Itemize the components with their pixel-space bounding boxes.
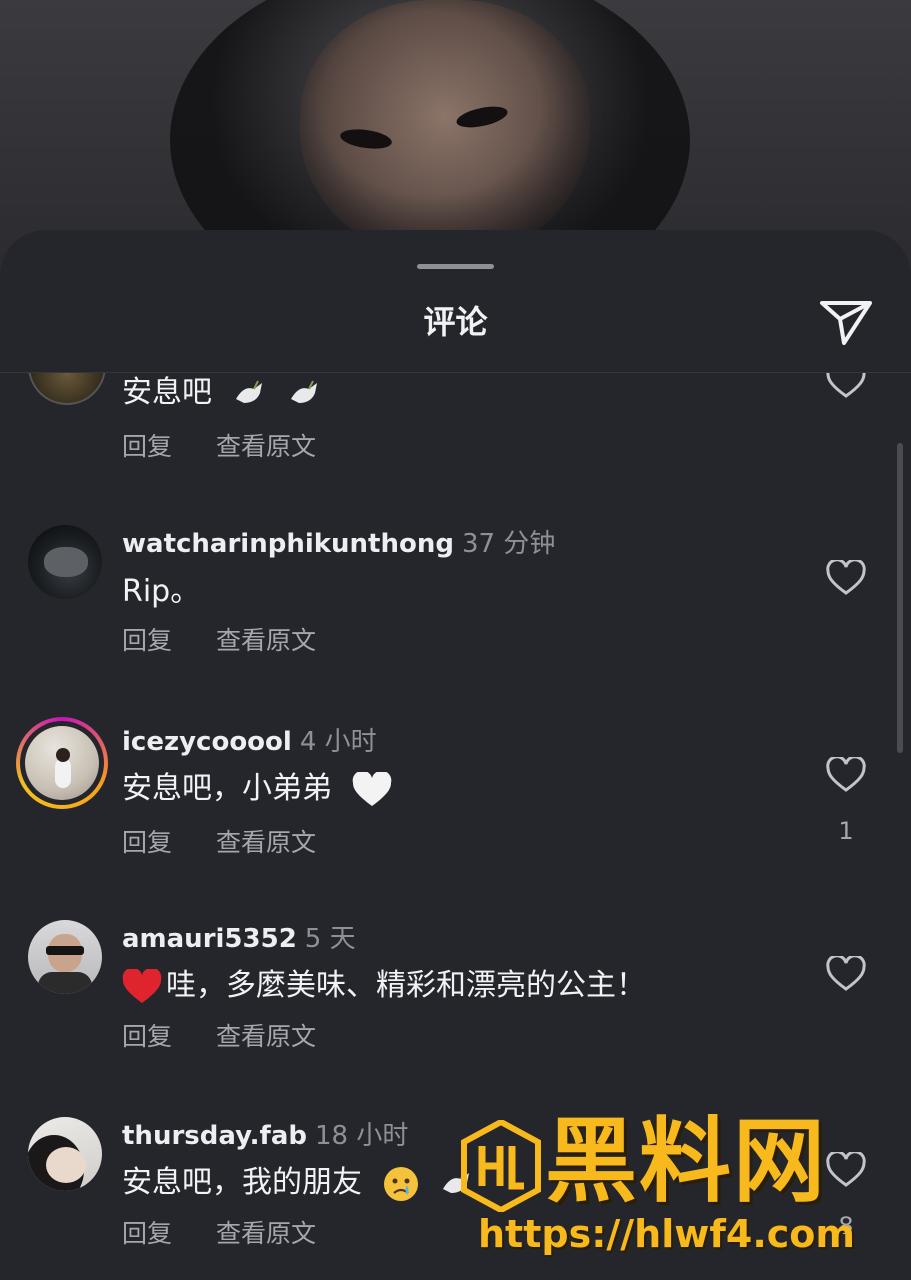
comment-actions: 回复 查看原文 (122, 427, 352, 463)
username[interactable]: thursday.fab (122, 1121, 307, 1151)
scrollbar[interactable] (897, 443, 903, 753)
view-original-button[interactable]: 查看原文 (216, 1219, 316, 1248)
comment-text: Rip。 (122, 574, 201, 609)
comment-text: 安息吧，我的朋友 (122, 1157, 475, 1203)
view-original-button[interactable]: 查看原文 (216, 432, 316, 461)
like-heart-icon[interactable] (826, 956, 866, 992)
avatar[interactable] (28, 525, 102, 599)
comment-time: 18 小时 (315, 1121, 409, 1151)
like-heart-icon[interactable] (826, 1152, 866, 1188)
comment-actions: 回复 查看原文 (122, 621, 352, 657)
share-send-icon[interactable] (818, 295, 874, 347)
avatar-elephant-shape (44, 547, 88, 577)
reply-button[interactable]: 回复 (122, 432, 172, 461)
watermark-logo (461, 1120, 541, 1212)
username[interactable]: icezycooool (122, 727, 292, 757)
like-heart-icon[interactable] (826, 757, 866, 793)
avatar-shirt-shape (38, 972, 92, 994)
sheet-title: 评论 (423, 303, 488, 341)
username[interactable]: watcharinphikunthong (122, 529, 454, 559)
reply-button[interactable]: 回复 (122, 1022, 172, 1051)
comment-item: icezycooool 4 小时 安息吧，小弟弟 回复 查看原文 1 (0, 717, 911, 891)
comment-item: watcharinphikunthong 37 分钟 Rip。 回复 查看原文 (0, 523, 911, 683)
avatar-face-shape (46, 1147, 86, 1183)
comment-actions: 回复 查看原文 (122, 1017, 352, 1053)
comment-time: 5 天 (304, 924, 356, 954)
comment-text-content: 安息吧，我的朋友 (122, 1165, 362, 1200)
comment-text-content: 安息吧 (122, 375, 212, 410)
watermark-url: https://hlwf4.com (478, 1212, 855, 1256)
comment-item: amauri5352 5 天 哇，多麼美味、精彩和漂亮的公主！ 回复 查看原文 (0, 918, 911, 1078)
username[interactable]: amauri5352 (122, 924, 297, 954)
dove-icon (291, 380, 318, 403)
comment-time: 4 小时 (299, 727, 377, 757)
avatar-glasses-shape (46, 946, 84, 955)
avatar[interactable] (28, 920, 102, 994)
avatar[interactable] (28, 373, 106, 405)
comment-time: 37 分钟 (461, 529, 556, 559)
reply-button[interactable]: 回复 (122, 828, 172, 857)
comment-text: 安息吧 (122, 373, 323, 411)
reply-button[interactable]: 回复 (122, 626, 172, 655)
view-original-button[interactable]: 查看原文 (216, 626, 316, 655)
comment-author[interactable]: icezycooool 4 小时 (122, 721, 377, 758)
like-heart-icon[interactable] (826, 373, 866, 399)
drag-handle[interactable] (417, 264, 494, 269)
comment-text-content: 哇，多麼美味、精彩和漂亮的公主！ (166, 968, 646, 1003)
watermark-name: 黑料网 (545, 1108, 828, 1215)
view-original-button[interactable]: 查看原文 (216, 828, 316, 857)
dove-icon (235, 380, 262, 403)
white-heart-icon (352, 771, 391, 806)
comment-text: 哇，多麼美味、精彩和漂亮的公主！ (122, 960, 646, 1005)
red-heart-icon (122, 968, 162, 1003)
like-heart-icon[interactable] (826, 560, 866, 596)
comment-item: 安息吧 回复 查看原文 (0, 373, 911, 483)
view-original-button[interactable]: 查看原文 (216, 1022, 316, 1051)
reply-button[interactable]: 回复 (122, 1219, 172, 1248)
crying-face-icon (383, 1166, 418, 1201)
avatar-head-shape (56, 748, 70, 762)
comment-actions: 回复 查看原文 (122, 823, 352, 859)
comment-actions: 回复 查看原文 (122, 1214, 352, 1250)
comment-text-content: 安息吧，小弟弟 (122, 771, 332, 806)
avatar-figure-shape (55, 758, 71, 788)
story-ring[interactable] (16, 717, 108, 809)
avatar[interactable] (25, 726, 99, 800)
comment-author[interactable]: amauri5352 5 天 (122, 918, 356, 955)
comment-author[interactable]: thursday.fab 18 小时 (122, 1115, 408, 1152)
avatar[interactable] (28, 1117, 102, 1191)
like-count: 1 (838, 817, 854, 845)
comment-text: 安息吧，小弟弟 (122, 763, 392, 808)
comment-author[interactable]: watcharinphikunthong 37 分钟 (122, 523, 555, 560)
